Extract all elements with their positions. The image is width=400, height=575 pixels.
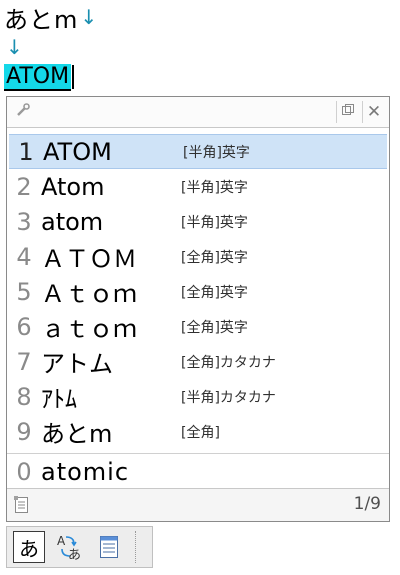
candidate-word: アトム xyxy=(41,350,113,378)
text-caret xyxy=(72,65,75,89)
restore-icon[interactable] xyxy=(336,101,359,123)
candidate-info: [全角]英字 xyxy=(181,249,248,266)
conversion-mode-button[interactable]: A あ xyxy=(51,531,87,563)
page-indicator: 1/9 xyxy=(353,494,381,514)
candidate-divider xyxy=(7,453,389,454)
candidate-list: 1 ATOM [半角]英字 2 Atom [半角]英字 3 atom [半角]英… xyxy=(7,134,389,449)
candidate-window: ✕ 1 ATOM [半角]英字 2 Atom [半角]英字 3 atom [半角… xyxy=(6,96,390,522)
candidate-number: 1 xyxy=(18,137,34,166)
candidate-row[interactable]: 7 アトム [全角]カタカナ xyxy=(7,344,389,379)
editor-line-3: ATOM xyxy=(4,62,394,92)
candidate-info: [全角]英字 xyxy=(181,319,248,336)
candidate-number: 5 xyxy=(16,277,32,306)
candidate-word: ａｔｏｍ xyxy=(41,315,137,343)
newline-arrow-icon: ↓ xyxy=(6,35,23,59)
candidate-info: [半角]英字 xyxy=(183,144,250,161)
candidate-number: 3 xyxy=(16,207,32,236)
candidate-number: 7 xyxy=(16,347,32,376)
memo-icon[interactable] xyxy=(13,495,31,515)
candidate-row[interactable]: 1 ATOM [半角]英字 xyxy=(9,134,387,169)
candidate-footer: 1/9 xyxy=(7,488,389,521)
prediction-row[interactable]: 0 atomic xyxy=(7,455,389,489)
convert-icon: A あ xyxy=(57,534,81,562)
candidate-number: 0 xyxy=(16,458,32,486)
editor-line-2: ↓ xyxy=(4,32,394,62)
candidate-word: ＡＴＯＭ xyxy=(41,245,137,273)
candidate-info: [半角]カタカナ xyxy=(181,389,276,406)
close-icon[interactable]: ✕ xyxy=(362,101,385,123)
candidate-info: [半角]英字 xyxy=(181,179,248,196)
menu-button[interactable] xyxy=(91,531,127,563)
svg-text:あ: あ xyxy=(68,548,81,562)
candidate-info: [半角]英字 xyxy=(181,214,248,231)
candidate-word: あとm xyxy=(41,420,113,448)
candidate-number: 8 xyxy=(16,382,32,411)
candidate-row[interactable]: 9 あとm [全角] xyxy=(7,414,389,449)
hiragana-mode-icon: あ xyxy=(13,531,45,563)
prediction-word: atomic xyxy=(41,458,130,486)
candidate-number: 4 xyxy=(16,242,32,271)
tool-icon[interactable] xyxy=(13,102,33,122)
candidate-info: [全角]英字 xyxy=(181,284,248,301)
list-icon xyxy=(100,536,118,558)
candidate-info: [全角] xyxy=(181,424,220,441)
candidate-row[interactable]: 5 Ａｔｏｍ [全角]英字 xyxy=(7,274,389,309)
candidate-number: 9 xyxy=(16,417,32,446)
candidate-word: ATOM xyxy=(43,137,112,166)
input-text: あとm xyxy=(4,5,79,34)
candidate-word: Ａｔｏｍ xyxy=(41,280,137,308)
candidate-row[interactable]: 3 atom [半角]英字 xyxy=(7,204,389,239)
candidate-row[interactable]: 6 ａｔｏｍ [全角]英字 xyxy=(7,309,389,344)
candidate-window-titlebar: ✕ xyxy=(7,97,389,128)
svg-text:A: A xyxy=(57,534,66,548)
candidate-row[interactable]: 2 Atom [半角]英字 xyxy=(7,169,389,204)
candidate-row[interactable]: 4 ＡＴＯＭ [全角]英字 xyxy=(7,239,389,274)
candidate-info: [全角]カタカナ xyxy=(181,354,276,371)
candidate-number: 2 xyxy=(16,172,32,201)
text-editor[interactable]: あとm ↓ ↓ ATOM xyxy=(4,2,394,92)
toolbar-grip[interactable] xyxy=(135,531,139,563)
candidate-word: ｱﾄﾑ xyxy=(41,385,77,413)
candidate-word: Atom xyxy=(41,172,105,201)
editor-line-1: あとm ↓ xyxy=(4,2,394,34)
ime-toolbar: あ A あ xyxy=(6,526,153,568)
candidate-row[interactable]: 8 ｱﾄﾑ [半角]カタカナ xyxy=(7,379,389,414)
input-mode-button[interactable]: あ xyxy=(11,531,47,563)
conversion-text: ATOM xyxy=(4,63,72,91)
candidate-number: 6 xyxy=(16,312,32,341)
candidate-word: atom xyxy=(41,207,104,236)
newline-arrow-icon: ↓ xyxy=(80,5,99,29)
